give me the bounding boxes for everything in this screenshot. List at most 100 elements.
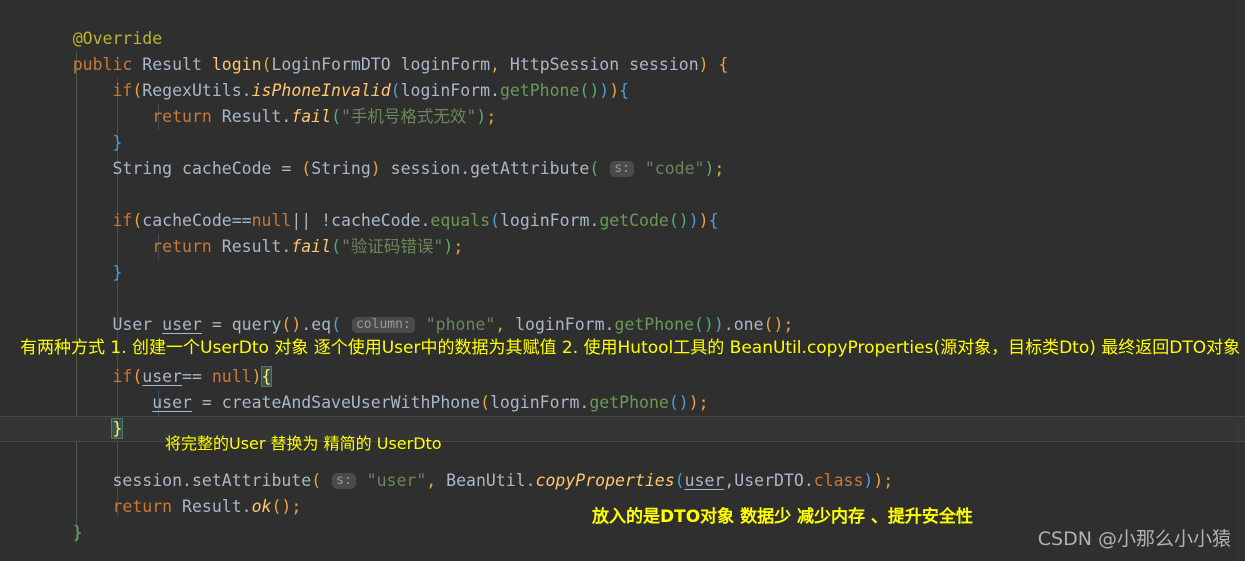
code-token: getPhone [499,81,580,100]
code-line[interactable]: return Result.fail("验证码错误"); [0,234,1245,260]
annotation-dto-ways: 有两种方式 1. 创建一个UserDto 对象 逐个使用User中的数据为其赋值… [20,338,1241,358]
code-line[interactable]: User user = query().eq( column: "phone",… [0,312,1245,338]
code-token: Result [142,55,202,74]
code-token: . [241,497,252,516]
code-token: loginForm [390,55,491,74]
code-token: ) [773,315,784,334]
code-token: ; [714,159,725,178]
code-token: = [191,393,222,412]
code-lines-container[interactable]: @Override public Result login(LoginFormD… [0,0,1245,561]
code-token: ( [579,81,590,100]
code-token: ( [132,367,143,386]
code-line[interactable]: @Override [0,26,1245,52]
code-token: equals [430,211,491,230]
code-token: user [152,393,192,412]
code-token: null [211,367,252,386]
code-line[interactable]: String cacheCode = (String) session.getA… [0,156,1245,182]
code-line[interactable] [0,286,1245,312]
code-token: ) [863,471,874,490]
code-token: loginForm [499,211,590,230]
code-token: || ! [291,211,332,230]
code-token: ) [704,159,715,178]
code-token: . [525,471,536,490]
code-token: public [72,55,133,74]
code-token: , [490,55,500,74]
csdn-watermark: CSDN @小那么小小猿 [1037,528,1231,550]
code-token: return [152,237,212,256]
code-token: , [426,471,437,490]
code-line[interactable]: } [0,260,1245,286]
code-token: isPhoneInvalid [251,81,391,100]
screenshot-root: @Override public Result login(LoginFormD… [0,0,1245,561]
code-token: Result [221,107,282,126]
code-token: column: [351,317,415,333]
code-token: User [112,315,153,334]
code-token: ( [490,211,500,230]
code-token: getPhone [589,393,669,412]
code-token: ) [688,211,699,230]
code-token: if [112,367,133,386]
code-token: BeanUtil [446,471,526,490]
code-token: == [231,211,252,230]
code-line[interactable]: user = createAndSaveUserWithPhone(loginF… [0,390,1245,416]
code-token: . [579,393,590,412]
code-line[interactable]: if(cacheCode==null|| !cacheCode.equals(l… [0,208,1245,234]
code-token: ; [698,393,709,412]
code-token: == [182,367,212,386]
code-editor[interactable]: @Override public Result login(LoginFormD… [0,0,1245,561]
code-token: ( [674,471,685,490]
code-line[interactable]: session.setAttribute( s: "user", BeanUti… [0,468,1245,494]
annotation-dto-benefit: 放入的是DTO对象 数据少 减少内存 、提升安全性 [592,507,973,527]
code-token: RegexUtils [142,81,242,100]
code-token: class [813,471,864,490]
code-token: null [251,211,292,230]
code-line[interactable]: if(RegexUtils.isPhoneInvalid(loginForm.g… [0,78,1245,104]
code-token: ; [883,471,894,490]
code-token: { [619,81,630,100]
code-token: ; [453,237,464,256]
code-token: ) [609,81,620,100]
code-token: { [718,55,729,74]
code-line[interactable]: return Result.fail("手机号格式无效"); [0,104,1245,130]
code-token: if [112,211,133,230]
code-token: ) [678,211,689,230]
code-token: . [182,471,192,490]
code-token: getAttribute [470,159,590,178]
code-token: ( [480,393,490,412]
editor-scrollbar[interactable] [1238,0,1239,561]
code-token: ( [589,159,600,178]
code-line[interactable]: public Result login(LoginFormDTO loginFo… [0,52,1245,78]
code-token: Result [221,237,282,256]
code-token: ( [281,315,292,334]
code-token: , [495,315,506,334]
code-token: ( [331,315,342,334]
code-token: ) [703,315,714,334]
code-token: . [723,315,734,334]
code-line[interactable]: if(user== null){ [0,364,1245,390]
code-token: ; [291,497,302,516]
code-token: . [301,315,312,334]
code-token: ( [261,55,272,74]
code-line[interactable]: } [0,130,1245,156]
code-line[interactable] [0,182,1245,208]
code-token: ( [132,81,143,100]
code-token: ; [783,315,794,334]
code-token: loginForm [400,81,490,100]
